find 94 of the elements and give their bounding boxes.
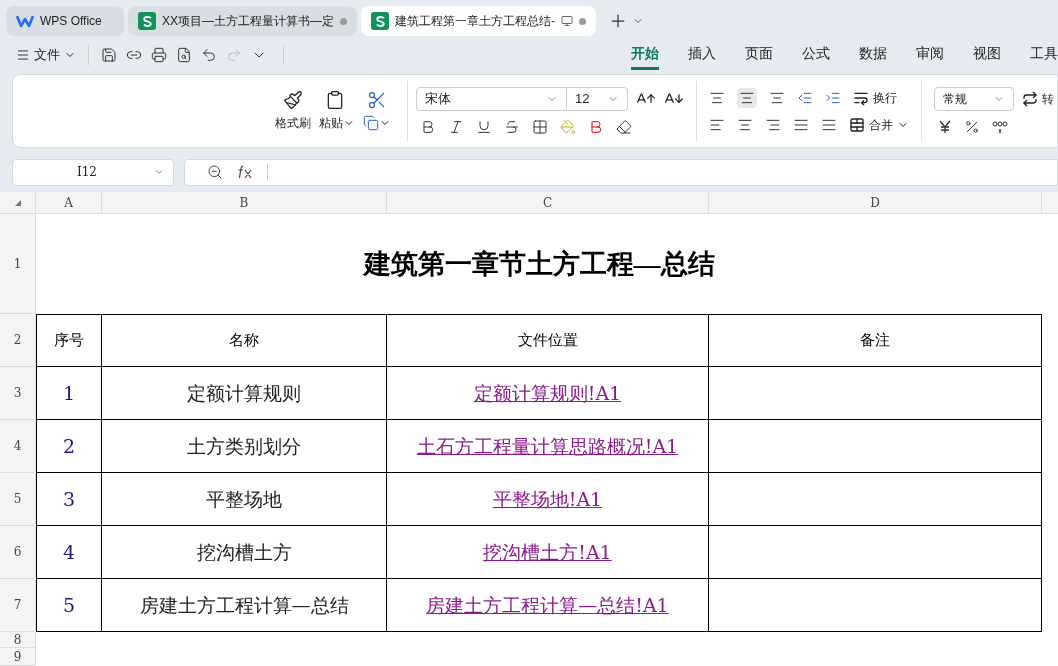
strikethrough-icon[interactable] xyxy=(504,119,520,135)
wrap-text-button[interactable]: 换行 xyxy=(853,89,897,107)
align-right-icon[interactable] xyxy=(765,117,781,133)
align-top-icon[interactable] xyxy=(709,90,725,106)
menu-icon[interactable] xyxy=(16,48,30,62)
spreadsheet-icon xyxy=(138,12,156,30)
function-icon[interactable] xyxy=(237,165,253,179)
ribbon-tab[interactable]: 视图 xyxy=(973,40,1001,70)
convert-icon[interactable] xyxy=(1022,91,1038,107)
ribbon-tab[interactable]: 数据 xyxy=(859,40,887,70)
ribbon-tab[interactable]: 工具 xyxy=(1030,40,1058,70)
italic-icon[interactable] xyxy=(448,119,464,135)
tab-title: 建筑工程第一章土方工程总结- xyxy=(395,13,555,30)
table-cell-text: 4 xyxy=(62,539,76,565)
align-middle-icon[interactable] xyxy=(739,90,755,106)
align-left-icon[interactable] xyxy=(709,117,725,133)
ribbon-tab[interactable]: 审阅 xyxy=(916,40,944,70)
copy-icon[interactable] xyxy=(363,115,379,131)
table-cell-text: 3 xyxy=(62,486,76,512)
convert-button[interactable]: 转 xyxy=(1022,90,1054,108)
number-format-select[interactable]: 常规 xyxy=(934,87,1014,111)
indent-increase-icon[interactable] xyxy=(825,90,841,106)
row-header[interactable]: 6 xyxy=(0,526,36,579)
underline-icon[interactable] xyxy=(476,119,492,135)
sheet-link[interactable]: 房建土方工程计算—总结!A1 xyxy=(426,590,669,620)
align-center-icon[interactable] xyxy=(737,117,753,133)
column-header[interactable]: A xyxy=(36,192,102,214)
indent-decrease-icon[interactable] xyxy=(797,90,813,106)
row-header[interactable]: 8 xyxy=(0,632,36,648)
column-header[interactable]: B xyxy=(102,192,387,214)
file-menu[interactable]: 文件 xyxy=(16,45,76,65)
currency-icon[interactable] xyxy=(938,120,952,134)
table-cell-text: 定额计算规则 xyxy=(187,380,301,406)
tab-title: XX项目—土方工程量计算书—定 xyxy=(162,13,334,30)
header-cell-text: 文件位置 xyxy=(517,330,578,352)
ribbon-tab[interactable]: 插入 xyxy=(688,40,716,70)
merge-cells-icon[interactable] xyxy=(849,117,865,133)
ribbon-tab[interactable]: 页面 xyxy=(745,40,773,70)
eraser-icon[interactable] xyxy=(616,119,632,135)
table-cell-text: 房建土方工程计算—总结 xyxy=(139,592,349,618)
percent-icon[interactable] xyxy=(964,119,980,135)
tab-title: WPS Office xyxy=(40,13,103,30)
row-header[interactable]: 5 xyxy=(0,473,36,526)
save-icon[interactable] xyxy=(101,47,117,63)
sheet-link[interactable]: 挖沟槽土方!A1 xyxy=(483,537,612,567)
paste-button[interactable]: 粘贴 xyxy=(319,114,355,132)
justify-icon[interactable] xyxy=(793,117,809,133)
ribbon-tab[interactable]: 公式 xyxy=(802,40,830,70)
sheet-link[interactable]: 平整场地!A1 xyxy=(492,484,603,514)
row-header[interactable]: 2 xyxy=(0,314,36,367)
print-preview-icon[interactable] xyxy=(176,47,192,63)
thousands-icon[interactable] xyxy=(992,120,1008,134)
formula-field[interactable] xyxy=(184,158,1058,186)
table-cell-text: 土方类别划分 xyxy=(187,433,301,459)
document-tab[interactable]: 建筑工程第一章土方工程总结- xyxy=(361,6,596,36)
column-header[interactable]: C xyxy=(387,192,709,214)
merge-button[interactable]: 合并 xyxy=(849,116,909,134)
table-cell-text: 5 xyxy=(62,592,76,618)
print-icon[interactable] xyxy=(151,47,167,63)
fill-color-icon[interactable] xyxy=(560,119,576,135)
format-painter-button[interactable]: 格式刷 xyxy=(275,114,311,132)
sheet-link[interactable]: 土石方工程量计算思路概况!A1 xyxy=(416,431,679,461)
table-cell-text: 平整场地 xyxy=(206,486,282,512)
row-header[interactable]: 4 xyxy=(0,420,36,473)
scissors-icon[interactable] xyxy=(367,90,387,110)
header-cell-text: 名称 xyxy=(229,330,259,352)
sheet-title: 建筑第一章节土方工程—总结 xyxy=(363,247,715,281)
table-cell-text: 1 xyxy=(62,380,76,406)
wps-logo-icon xyxy=(16,14,34,28)
row-header[interactable]: 1 xyxy=(0,214,36,314)
row-header[interactable]: 7 xyxy=(0,579,36,632)
spreadsheet-icon xyxy=(371,12,389,30)
distributed-icon[interactable] xyxy=(821,117,837,133)
monitor-icon[interactable] xyxy=(561,15,573,27)
header-cell-text: 序号 xyxy=(54,330,84,352)
undo-icon[interactable] xyxy=(201,47,217,63)
table-cell-text: 2 xyxy=(62,433,76,459)
zoom-out-icon[interactable] xyxy=(207,164,223,180)
ribbon-tab[interactable]: 开始 xyxy=(631,40,659,70)
bold-icon[interactable] xyxy=(420,119,436,135)
row-header[interactable]: 3 xyxy=(0,367,36,420)
row-header[interactable]: 9 xyxy=(0,648,36,666)
borders-icon[interactable] xyxy=(532,119,548,135)
name-box[interactable]: I12 xyxy=(12,158,174,186)
sheet-link[interactable]: 定额计算规则!A1 xyxy=(473,378,622,408)
format-painter-icon[interactable] xyxy=(283,90,303,110)
table-cell-text: 挖沟槽土方 xyxy=(196,539,292,565)
align-bottom-icon[interactable] xyxy=(769,90,785,106)
document-tab[interactable]: XX项目—土方工程量计算书—定 xyxy=(128,6,357,36)
clipboard-icon[interactable] xyxy=(325,90,345,110)
column-header[interactable]: D xyxy=(709,192,1042,214)
wrap-text-icon[interactable] xyxy=(853,90,869,106)
document-tab[interactable]: WPS Office xyxy=(6,6,124,36)
header-cell-text: 备注 xyxy=(860,330,890,352)
